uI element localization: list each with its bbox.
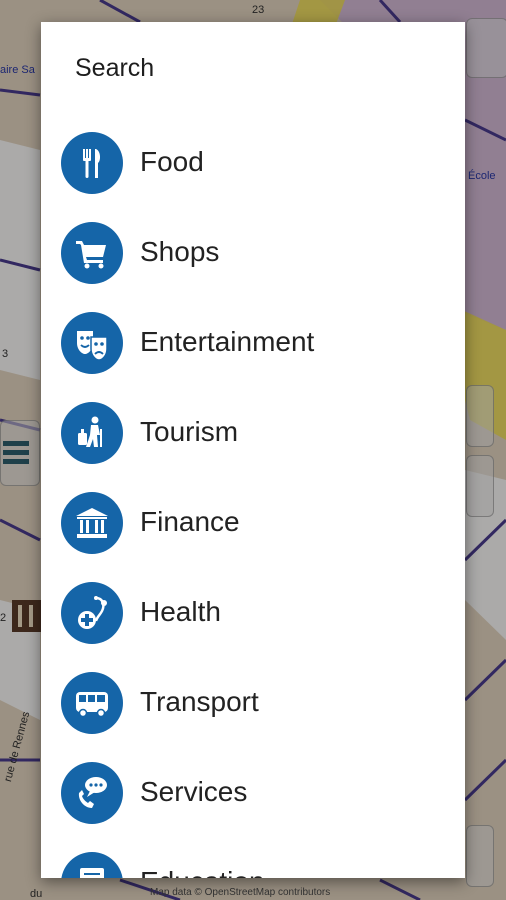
- bank-icon: [61, 492, 123, 554]
- map-attribution: Map data © OpenStreetMap contributors: [150, 887, 331, 898]
- category-food[interactable]: Food: [41, 116, 465, 206]
- category-label: Finance: [140, 506, 240, 537]
- category-label: Food: [140, 146, 204, 177]
- category-health[interactable]: Health: [41, 566, 465, 656]
- diploma-icon: [61, 852, 123, 878]
- category-label: Entertainment: [140, 326, 315, 357]
- category-transport[interactable]: Transport: [41, 656, 465, 746]
- bus-icon: [61, 672, 123, 734]
- category-tourism[interactable]: Tourism: [41, 386, 465, 476]
- shopping-cart-icon: [61, 222, 123, 284]
- theater-masks-icon: [61, 312, 123, 374]
- dialog-title: Search: [75, 54, 155, 82]
- category-label: Education: [140, 866, 265, 878]
- category-label: Tourism: [140, 416, 239, 447]
- category-education[interactable]: Education: [41, 836, 465, 878]
- tourist-luggage-icon: [61, 402, 123, 464]
- stethoscope-icon: [61, 582, 123, 644]
- category-label: Shops: [140, 236, 220, 267]
- category-finance[interactable]: Finance: [41, 476, 465, 566]
- search-category-dialog: Search Food Shops Entertainment Tourism …: [41, 22, 465, 878]
- category-entertainment[interactable]: Entertainment: [41, 296, 465, 386]
- category-label: Health: [140, 596, 221, 627]
- fork-knife-icon: [61, 132, 123, 194]
- category-services[interactable]: Services: [41, 746, 465, 836]
- category-shops[interactable]: Shops: [41, 206, 465, 296]
- category-label: Transport: [140, 686, 259, 717]
- phone-chat-icon: [61, 762, 123, 824]
- category-label: Services: [140, 776, 248, 807]
